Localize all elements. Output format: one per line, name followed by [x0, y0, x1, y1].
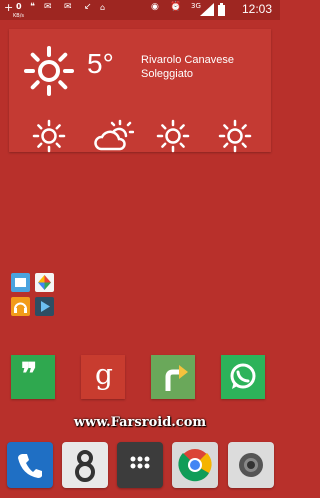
app-drawer-icon[interactable]	[117, 442, 163, 488]
alarm-icon: ⏰	[170, 2, 182, 12]
forecast-sun-icon	[156, 119, 190, 153]
clock: 12:03	[241, 2, 272, 16]
contacts-app-icon[interactable]	[62, 442, 108, 488]
signal-icon	[200, 3, 214, 16]
forecast-sun-icon	[32, 119, 66, 153]
eye-icon: ◉	[151, 2, 159, 12]
hangouts-app-icon[interactable]: ❞	[11, 355, 55, 399]
whatsapp-app-icon[interactable]	[221, 355, 265, 399]
battery-icon	[218, 3, 225, 16]
contacts-icon	[75, 450, 95, 482]
chrome-icon	[178, 449, 212, 482]
grid-icon	[130, 456, 150, 469]
weather-location: Rivarolo Canavese	[141, 54, 234, 66]
play-movies-icon	[35, 297, 54, 316]
hangouts-icon: ❝	[30, 2, 35, 12]
app-folder[interactable]	[10, 272, 58, 320]
weather-temperature: 5°	[87, 48, 114, 79]
camera-icon	[239, 453, 263, 477]
camera-app-icon[interactable]	[228, 442, 274, 488]
phone-app-icon[interactable]	[7, 442, 53, 488]
chrome-app-icon[interactable]	[172, 442, 218, 488]
sun-icon	[24, 46, 74, 96]
photos-icon	[35, 273, 54, 292]
google-plus-icon: g	[95, 358, 113, 391]
maps-icon	[165, 365, 188, 391]
status-bar: + 0 KB/s ❝ ✉ ✉ ↙ ⌂ ◉ ⏰ 3G 12:03	[0, 0, 280, 20]
missed-call-icon: ↙	[84, 2, 92, 12]
whatsapp-icon	[230, 363, 256, 389]
maps-app-icon[interactable]	[151, 355, 195, 399]
forecast-sun-icon	[218, 119, 252, 153]
gmail-icon: ✉	[64, 2, 72, 12]
notification-count: 0	[16, 2, 22, 11]
sim-icon: ⌂	[100, 3, 106, 12]
phone-icon	[18, 454, 42, 478]
watermark: www.Farsroid.com	[73, 415, 207, 430]
quote-icon: ❞	[21, 357, 38, 392]
data-rate: KB/s	[13, 13, 24, 19]
google-plus-app-icon[interactable]: g	[81, 355, 125, 399]
play-music-icon	[11, 297, 30, 316]
partly-cloudy-icon	[94, 119, 134, 151]
add-icon: +	[4, 1, 14, 14]
messages-icon: ✉	[44, 2, 52, 12]
play-store-icon	[11, 273, 30, 292]
weather-condition: Soleggiato	[141, 68, 193, 80]
